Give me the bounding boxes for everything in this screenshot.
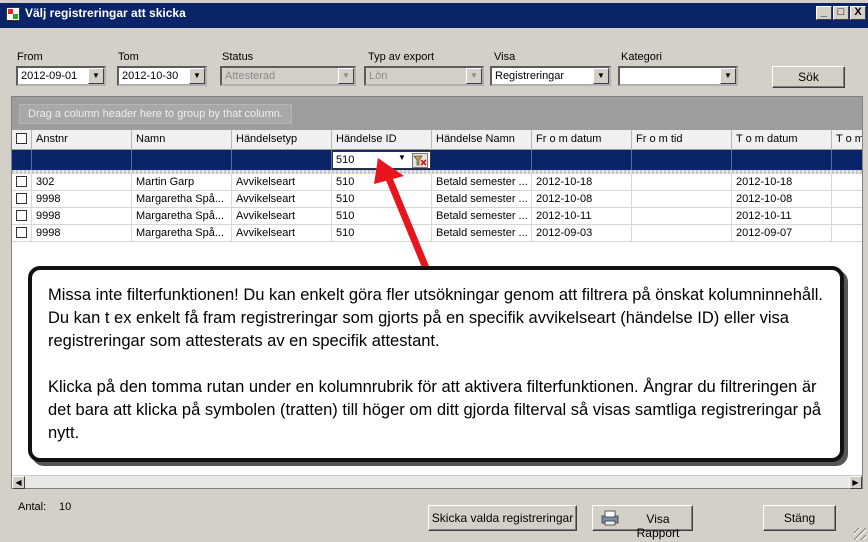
- row-checkbox-cell[interactable]: [12, 174, 32, 191]
- filter-cell-from-datum[interactable]: [532, 150, 632, 170]
- close-window-button[interactable]: X: [850, 6, 866, 20]
- row-checkbox-cell[interactable]: [12, 208, 32, 225]
- app-icon: [6, 7, 20, 21]
- cell-tom-datum: 2012-10-18: [732, 174, 832, 191]
- cell-from-tid: [632, 191, 732, 208]
- header-anstnr[interactable]: Anstnr: [32, 130, 132, 150]
- count-label: Antal:: [18, 501, 47, 513]
- header-namn[interactable]: Namn: [132, 130, 232, 150]
- red-arrow-annotation: [374, 158, 430, 272]
- status-select: Attesterad ▼: [220, 66, 356, 86]
- cell-tom-datum: 2012-10-08: [732, 191, 832, 208]
- export-type-value: Lön: [369, 70, 388, 82]
- cell-tom-datum: 2012-10-11: [732, 208, 832, 225]
- cell-namn: Martin Garp: [132, 174, 232, 191]
- column-header-row: Anstnr Namn Händelsetyp Händelse ID Händ…: [12, 130, 862, 150]
- filter-value: 510: [336, 154, 355, 166]
- chevron-down-icon: ▼: [466, 68, 482, 84]
- header-tom[interactable]: T o m: [832, 130, 862, 150]
- help-callout: Missa inte filterfunktionen! Du kan enke…: [28, 266, 844, 462]
- tom-label: Tom: [118, 51, 139, 63]
- cell-namn: Margaretha Spå...: [132, 225, 232, 242]
- cell-handelsetyp: Avvikelseart: [232, 225, 332, 242]
- chevron-down-icon[interactable]: ▼: [189, 68, 205, 84]
- filter-cell-tom-datum[interactable]: [732, 150, 832, 170]
- cell-from-tid: [632, 225, 732, 242]
- export-type-label: Typ av export: [368, 51, 435, 63]
- header-handelsetyp[interactable]: Händelsetyp: [232, 130, 332, 150]
- send-selected-button[interactable]: Skicka valda registreringar: [428, 505, 577, 531]
- header-handelse-namn[interactable]: Händelse Namn: [432, 130, 532, 150]
- status-label: Status: [222, 51, 254, 63]
- row-checkbox[interactable]: [16, 227, 27, 238]
- group-by-hint: Drag a column header here to group by th…: [19, 104, 292, 124]
- chevron-down-icon[interactable]: ▼: [593, 68, 609, 84]
- cell-from-datum: 2012-09-03: [532, 225, 632, 242]
- chevron-down-icon[interactable]: ▼: [720, 68, 736, 84]
- from-label: From: [17, 51, 43, 63]
- header-from-datum[interactable]: Fr o m datum: [532, 130, 632, 150]
- cell-anstnr: 9998: [32, 208, 132, 225]
- search-button[interactable]: Sök: [772, 66, 845, 88]
- chevron-down-icon[interactable]: ▼: [88, 68, 104, 84]
- row-checkbox[interactable]: [16, 176, 27, 187]
- cell-anstnr: 302: [32, 174, 132, 191]
- visa-label: Visa: [494, 51, 516, 63]
- select-all-checkbox[interactable]: [16, 133, 27, 144]
- tom-date-value: 2012-10-30: [122, 70, 179, 82]
- show-report-label: Visa Rapport: [636, 512, 680, 540]
- cell-from-datum: 2012-10-08: [532, 191, 632, 208]
- kategori-select[interactable]: ▼: [618, 66, 738, 86]
- count-value: 10: [59, 501, 72, 513]
- row-checkbox-cell[interactable]: [12, 191, 32, 208]
- filter-cell-namn[interactable]: [132, 150, 232, 170]
- title-bar: Välj registreringar att skicka _ □ X: [0, 0, 868, 28]
- cell-from-datum: 2012-10-11: [532, 208, 632, 225]
- group-by-area[interactable]: Drag a column header here to group by th…: [12, 97, 862, 130]
- callout-paragraph-2: Klicka på den tomma rutan under en kolum…: [48, 378, 822, 442]
- tom-date-picker[interactable]: 2012-10-30 ▼: [117, 66, 207, 86]
- show-report-button[interactable]: Visa Rapport: [592, 505, 693, 540]
- visa-value: Registreringar: [495, 70, 565, 82]
- cell-anstnr: 9998: [32, 191, 132, 208]
- resize-grip-icon[interactable]: [854, 528, 866, 540]
- cell-from-tid: [632, 174, 732, 191]
- close-button[interactable]: Stäng: [763, 505, 836, 531]
- header-handelse-id[interactable]: Händelse ID: [332, 130, 432, 150]
- header-from-tid[interactable]: Fr o m tid: [632, 130, 732, 150]
- row-checkbox[interactable]: [16, 210, 27, 221]
- select-all-cell[interactable]: [12, 130, 32, 150]
- cell-namn: Margaretha Spå...: [132, 208, 232, 225]
- filter-cell: [12, 150, 32, 170]
- window-title: Välj registreringar att skicka: [25, 6, 186, 20]
- scroll-right-icon[interactable]: ▶: [849, 476, 862, 489]
- horizontal-scrollbar[interactable]: ◀ ▶: [12, 475, 862, 489]
- cell-handelsetyp: Avvikelseart: [232, 174, 332, 191]
- scroll-left-icon[interactable]: ◀: [12, 476, 25, 489]
- minimize-button[interactable]: _: [816, 6, 832, 20]
- chevron-down-icon: ▼: [338, 68, 354, 84]
- filter-cell-from-tid[interactable]: [632, 150, 732, 170]
- filter-cell-handelsetyp[interactable]: [232, 150, 332, 170]
- maximize-button[interactable]: □: [833, 6, 849, 20]
- from-date-picker[interactable]: 2012-09-01 ▼: [16, 66, 106, 86]
- header-tom-datum[interactable]: T o m datum: [732, 130, 832, 150]
- export-type-select: Lön ▼: [364, 66, 484, 86]
- visa-select[interactable]: Registreringar ▼: [490, 66, 611, 86]
- filter-cell-anstnr[interactable]: [32, 150, 132, 170]
- row-checkbox-cell[interactable]: [12, 225, 32, 242]
- callout-paragraph-1: Missa inte filterfunktionen! Du kan enke…: [48, 286, 824, 350]
- cell-namn: Margaretha Spå...: [132, 191, 232, 208]
- report-icon: [599, 510, 621, 526]
- cell-tom-datum: 2012-09-07: [732, 225, 832, 242]
- cell-handelsetyp: Avvikelseart: [232, 191, 332, 208]
- cell-handelsetyp: Avvikelseart: [232, 208, 332, 225]
- cell-from-datum: 2012-10-18: [532, 174, 632, 191]
- status-value: Attesterad: [225, 70, 276, 82]
- row-checkbox[interactable]: [16, 193, 27, 204]
- kategori-label: Kategori: [621, 51, 662, 63]
- cell-from-tid: [632, 208, 732, 225]
- cell-anstnr: 9998: [32, 225, 132, 242]
- from-date-value: 2012-09-01: [21, 70, 78, 82]
